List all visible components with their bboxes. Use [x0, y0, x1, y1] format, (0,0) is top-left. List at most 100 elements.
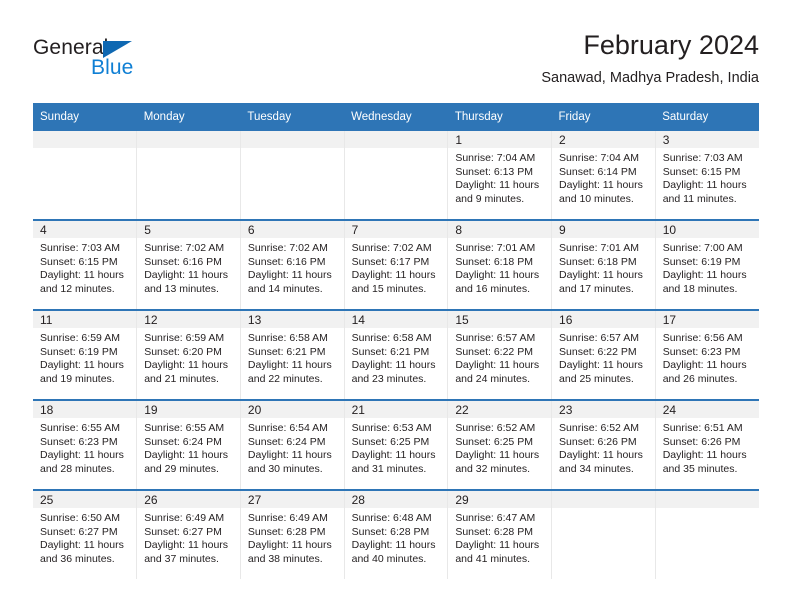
weekday-header-thursday: Thursday: [447, 103, 552, 131]
sunset-text: Sunset: 6:16 PM: [144, 255, 222, 268]
daylight-text: Daylight: 11 hours and 30 minutes.: [247, 449, 332, 475]
sunrise-text: Sunrise: 7:04 AM: [559, 152, 639, 164]
day-details: Sunrise: 6:58 AM Sunset: 6:21 PM Daylight:…: [241, 328, 343, 386]
daylight-text: Daylight: 11 hours and 25 minutes.: [559, 359, 643, 385]
sunset-text: Sunset: 6:16 PM: [247, 255, 326, 268]
calendar-day-cell[interactable]: 5 Sunrise: 7:02 AM Sunset: 6:16 PM Daylight…: [136, 219, 241, 310]
sunrise-text: Sunrise: 7:03 AM: [662, 152, 743, 164]
sunrise-text: Sunrise: 6:50 AM: [40, 512, 120, 524]
weekday-header-friday: Friday: [551, 103, 656, 131]
calendar-day-cell[interactable]: 13 Sunrise: 6:58 AM Sunset: 6:21 PM Dayligh…: [239, 309, 345, 400]
calendar-day-cell[interactable]: 7 Sunrise: 7:02 AM Sunset: 6:17 PM Daylight…: [343, 219, 448, 310]
day-details: Sunrise: 6:48 AM Sunset: 6:28 PM Daylight:…: [345, 508, 447, 566]
daylight-text: Daylight: 11 hours and 16 minutes.: [455, 269, 540, 295]
calendar-day-cell[interactable]: 12 Sunrise: 6:59 AM Sunset: 6:20 PM Dayligh…: [136, 309, 241, 400]
day-number: 18: [33, 402, 137, 418]
day-details: Sunrise: 6:47 AM Sunset: 6:28 PM Daylight:…: [449, 508, 551, 566]
weekday-header-wednesday: Wednesday: [344, 103, 448, 131]
daylight-text: Daylight: 11 hours and 23 minutes.: [351, 359, 436, 385]
calendar-day-cell[interactable]: 11 Sunrise: 6:59 AM Sunset: 6:19 PM Dayligh…: [33, 309, 137, 400]
sunset-text: Sunset: 6:28 PM: [455, 525, 533, 538]
calendar-day-cell[interactable]: 19 Sunrise: 6:55 AM Sunset: 6:24 PM Dayligh…: [136, 399, 241, 490]
day-details: Sunrise: 7:02 AM Sunset: 6:16 PM Daylight:…: [241, 238, 343, 296]
day-details: Sunrise: 6:59 AM Sunset: 6:19 PM Daylight:…: [33, 328, 136, 386]
day-number: 6: [241, 222, 344, 238]
sunrise-text: Sunrise: 7:01 AM: [559, 242, 639, 254]
calendar-day-cell[interactable]: 21 Sunrise: 6:53 AM Sunset: 6:25 PM Dayligh…: [343, 399, 448, 490]
calendar-body: 1 Sunrise: 7:04 AM Sunset: 6:13 PM Daylight…: [33, 131, 759, 579]
calendar-day-cell-empty: [343, 131, 448, 220]
calendar-day-cell[interactable]: 28 Sunrise: 6:48 AM Sunset: 6:28 PM Dayligh…: [343, 489, 448, 579]
calendar-day-cell[interactable]: 14 Sunrise: 6:58 AM Sunset: 6:21 PM Dayligh…: [343, 309, 448, 400]
daylight-text: Daylight: 11 hours and 22 minutes.: [247, 359, 332, 385]
calendar-week-row: 11 Sunrise: 6:59 AM Sunset: 6:19 PM Dayligh…: [33, 309, 759, 400]
day-number: 27: [241, 492, 344, 508]
calendar-day-cell[interactable]: 17 Sunrise: 6:56 AM Sunset: 6:23 PM Dayligh…: [654, 309, 759, 400]
daylight-text: Daylight: 11 hours and 18 minutes.: [662, 269, 747, 295]
day-number: 17: [656, 312, 759, 328]
sunset-text: Sunset: 6:26 PM: [662, 435, 741, 448]
day-number: 13: [241, 312, 344, 328]
day-details: Sunrise: 7:00 AM Sunset: 6:19 PM Daylight:…: [656, 238, 759, 296]
sunrise-text: Sunrise: 6:47 AM: [455, 512, 536, 524]
daylight-text: Daylight: 11 hours and 9 minutes.: [455, 179, 540, 205]
calendar-day-cell[interactable]: 9 Sunrise: 7:01 AM Sunset: 6:18 PM Daylight…: [551, 219, 656, 310]
calendar-day-cell[interactable]: 26 Sunrise: 6:49 AM Sunset: 6:27 PM Dayligh…: [136, 489, 241, 579]
day-number: 26: [137, 492, 240, 508]
calendar-day-cell[interactable]: 29 Sunrise: 6:47 AM Sunset: 6:28 PM Dayligh…: [447, 489, 552, 579]
calendar-day-cell[interactable]: 8 Sunrise: 7:01 AM Sunset: 6:18 PM Daylight…: [447, 219, 552, 310]
calendar-day-cell[interactable]: 2 Sunrise: 7:04 AM Sunset: 6:14 PM Daylight…: [551, 131, 656, 220]
calendar-week-row: 4 Sunrise: 7:03 AM Sunset: 6:15 PM Daylight…: [33, 219, 759, 310]
calendar-day-cell[interactable]: 10 Sunrise: 7:00 AM Sunset: 6:19 PM Dayligh…: [654, 219, 759, 310]
sunset-text: Sunset: 6:28 PM: [351, 525, 430, 538]
sunrise-text: Sunrise: 7:02 AM: [351, 242, 432, 254]
calendar-day-cell-empty: [33, 131, 137, 220]
day-number: 20: [241, 402, 344, 418]
sunrise-text: Sunrise: 7:04 AM: [455, 152, 536, 164]
sunset-text: Sunset: 6:22 PM: [455, 345, 533, 358]
daylight-text: Daylight: 11 hours and 31 minutes.: [351, 449, 436, 475]
sunrise-text: Sunrise: 6:59 AM: [144, 332, 225, 344]
calendar-day-cell[interactable]: 25 Sunrise: 6:50 AM Sunset: 6:27 PM Dayligh…: [33, 489, 137, 579]
sunrise-text: Sunrise: 6:55 AM: [144, 422, 225, 434]
sunset-text: Sunset: 6:27 PM: [144, 525, 222, 538]
calendar-day-cell[interactable]: 23 Sunrise: 6:52 AM Sunset: 6:26 PM Dayligh…: [551, 399, 656, 490]
calendar-day-cell[interactable]: 20 Sunrise: 6:54 AM Sunset: 6:24 PM Dayligh…: [239, 399, 345, 490]
calendar-day-cell[interactable]: 6 Sunrise: 7:02 AM Sunset: 6:16 PM Daylight…: [239, 219, 345, 310]
logo-word-blue: Blue: [91, 56, 134, 79]
calendar-day-cell[interactable]: 22 Sunrise: 6:52 AM Sunset: 6:25 PM Dayligh…: [447, 399, 552, 490]
day-details: Sunrise: 6:49 AM Sunset: 6:27 PM Daylight:…: [138, 508, 240, 566]
day-number: 28: [345, 492, 448, 508]
sunrise-text: Sunrise: 6:53 AM: [351, 422, 432, 434]
day-number: [241, 131, 344, 148]
sunset-text: Sunset: 6:22 PM: [559, 345, 637, 358]
day-number: 29: [448, 492, 552, 508]
day-number: 19: [137, 402, 240, 418]
calendar-day-cell[interactable]: 24 Sunrise: 6:51 AM Sunset: 6:26 PM Dayligh…: [654, 399, 759, 490]
calendar-day-cell-empty: [551, 489, 656, 579]
sunrise-text: Sunrise: 7:01 AM: [455, 242, 536, 254]
day-details: Sunrise: 7:03 AM Sunset: 6:15 PM Daylight:…: [33, 238, 136, 296]
calendar-day-cell[interactable]: 3 Sunrise: 7:03 AM Sunset: 6:15 PM Daylight…: [654, 131, 759, 220]
day-details: Sunrise: 7:04 AM Sunset: 6:14 PM Daylight:…: [553, 148, 655, 206]
calendar-day-cell[interactable]: 4 Sunrise: 7:03 AM Sunset: 6:15 PM Daylight…: [33, 219, 137, 310]
sunset-text: Sunset: 6:18 PM: [455, 255, 533, 268]
calendar-day-cell[interactable]: 15 Sunrise: 6:57 AM Sunset: 6:22 PM Dayligh…: [447, 309, 552, 400]
daylight-text: Daylight: 11 hours and 11 minutes.: [662, 179, 747, 205]
daylight-text: Daylight: 11 hours and 38 minutes.: [247, 539, 332, 565]
sunset-text: Sunset: 6:27 PM: [40, 525, 118, 538]
general-blue-logo[interactable]: General Blue: [33, 36, 253, 96]
calendar-day-cell[interactable]: 1 Sunrise: 7:04 AM Sunset: 6:13 PM Daylight…: [447, 131, 552, 220]
day-details: Sunrise: 6:57 AM Sunset: 6:22 PM Daylight:…: [449, 328, 551, 386]
day-number: [345, 131, 448, 148]
daylight-text: Daylight: 11 hours and 12 minutes.: [40, 269, 124, 295]
day-number: 7: [345, 222, 448, 238]
daylight-text: Daylight: 11 hours and 37 minutes.: [144, 539, 229, 565]
daylight-text: Daylight: 11 hours and 40 minutes.: [351, 539, 436, 565]
sunset-text: Sunset: 6:15 PM: [40, 255, 118, 268]
day-number: 21: [345, 402, 448, 418]
calendar-day-cell[interactable]: 16 Sunrise: 6:57 AM Sunset: 6:22 PM Dayligh…: [551, 309, 656, 400]
calendar-day-cell[interactable]: 27 Sunrise: 6:49 AM Sunset: 6:28 PM Dayligh…: [239, 489, 345, 579]
day-number: 23: [552, 402, 655, 418]
calendar-day-cell[interactable]: 18 Sunrise: 6:55 AM Sunset: 6:23 PM Dayligh…: [33, 399, 137, 490]
